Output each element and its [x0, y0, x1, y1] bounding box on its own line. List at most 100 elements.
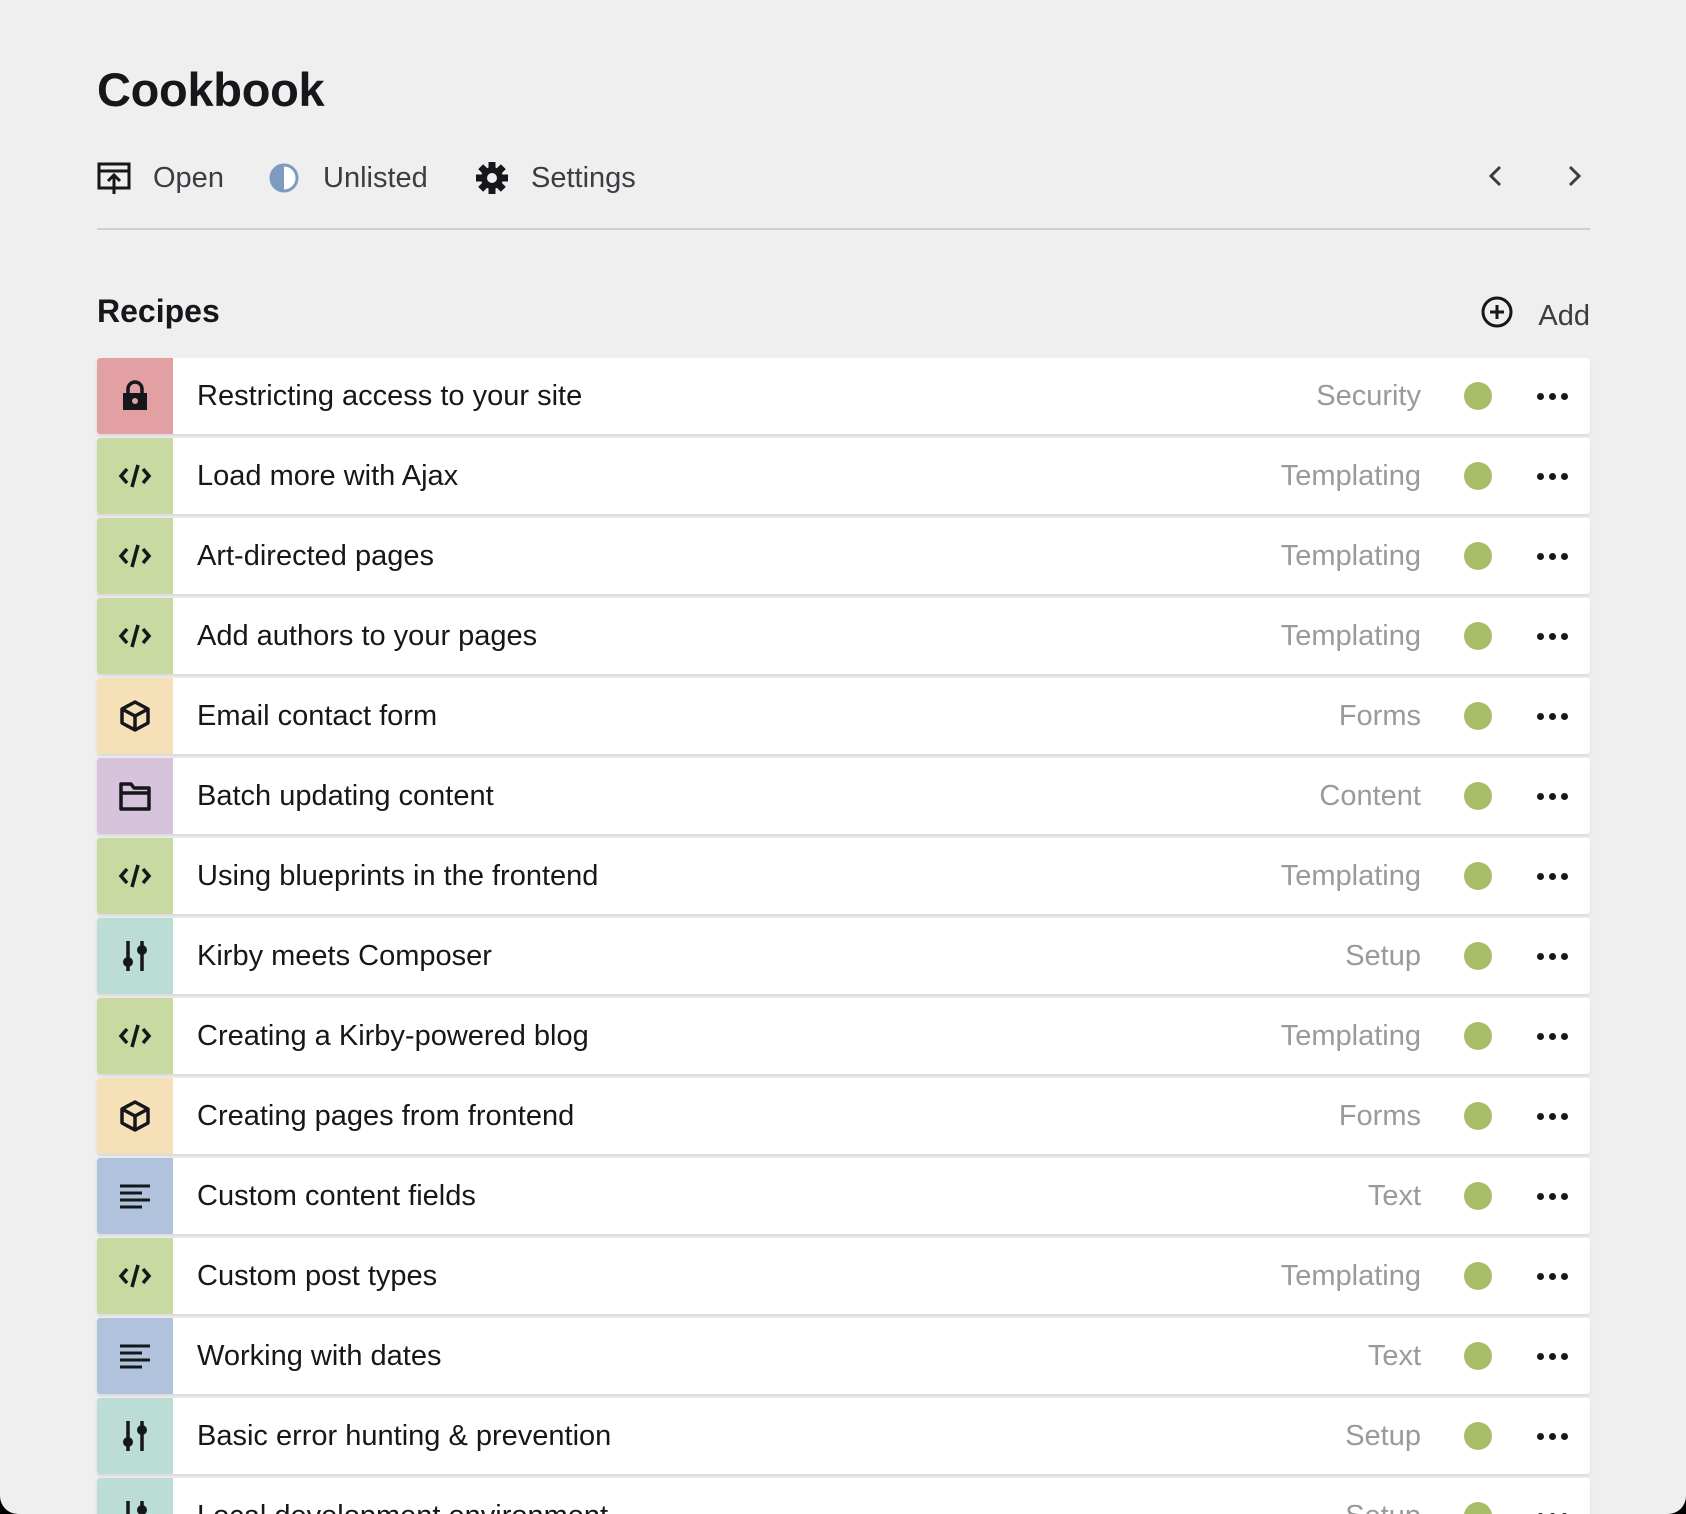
previous-page-button[interactable] [1479, 160, 1513, 196]
status-listed-icon[interactable] [1464, 862, 1492, 890]
status-label: Unlisted [323, 161, 428, 194]
status-button[interactable]: Unlisted [267, 160, 428, 196]
recipe-category: Setup [1345, 1500, 1421, 1514]
more-dots-icon [1536, 1272, 1568, 1280]
status-listed-icon[interactable] [1464, 702, 1492, 730]
recipe-thumbnail [97, 918, 173, 994]
options-button[interactable] [1532, 616, 1572, 656]
options-button[interactable] [1532, 1416, 1572, 1456]
options-button[interactable] [1532, 1096, 1572, 1136]
options-button[interactable] [1532, 936, 1572, 976]
more-dots-icon [1536, 552, 1568, 560]
open-preview-icon [97, 161, 131, 195]
settings-button[interactable]: Settings [475, 160, 636, 196]
recipe-row[interactable]: Custom post types Templating [97, 1238, 1590, 1314]
recipe-row[interactable]: Restricting access to your site Security [97, 358, 1590, 434]
recipe-row[interactable]: Art-directed pages Templating [97, 518, 1590, 594]
recipe-category: Templating [1280, 459, 1421, 492]
code-icon [118, 541, 152, 571]
status-listed-icon[interactable] [1464, 1342, 1492, 1370]
recipe-row[interactable]: Working with dates Text [97, 1318, 1590, 1394]
code-icon [118, 461, 152, 491]
recipe-title: Add authors to your pages [197, 619, 538, 652]
recipe-thumbnail [97, 1078, 173, 1154]
recipe-row[interactable]: Load more with Ajax Templating [97, 438, 1590, 514]
recipe-category: Security [1316, 379, 1421, 412]
recipe-row[interactable]: Email contact form Forms [97, 678, 1590, 754]
recipe-row[interactable]: Creating pages from frontend Forms [97, 1078, 1590, 1154]
sliders-icon [120, 1499, 150, 1514]
recipe-row[interactable]: Using blueprints in the frontend Templati… [97, 838, 1590, 914]
status-listed-icon[interactable] [1464, 462, 1492, 490]
recipe-title: Art-directed pages [197, 539, 434, 572]
recipe-title: Custom post types [197, 1259, 438, 1292]
options-button[interactable] [1532, 536, 1572, 576]
recipe-title: Load more with Ajax [197, 459, 459, 492]
recipe-row[interactable]: Batch updating content Content [97, 758, 1590, 834]
recipe-row[interactable]: Local development environment Setup [97, 1478, 1590, 1514]
more-dots-icon [1536, 392, 1568, 400]
recipe-title: Kirby meets Composer [197, 939, 492, 972]
options-button[interactable] [1532, 1496, 1572, 1514]
status-listed-icon[interactable] [1464, 942, 1492, 970]
status-listed-icon[interactable] [1464, 1182, 1492, 1210]
recipe-row[interactable]: Kirby meets Composer Setup [97, 918, 1590, 994]
status-listed-icon[interactable] [1464, 542, 1492, 570]
options-button[interactable] [1532, 1016, 1572, 1056]
open-button[interactable]: Open [97, 160, 224, 196]
options-button[interactable] [1532, 856, 1572, 896]
sliders-icon [120, 1419, 150, 1453]
open-label: Open [153, 161, 224, 194]
more-dots-icon [1536, 1192, 1568, 1200]
options-button[interactable] [1532, 696, 1572, 736]
options-button[interactable] [1532, 376, 1572, 416]
status-listed-icon[interactable] [1464, 1502, 1492, 1514]
status-listed-icon[interactable] [1464, 782, 1492, 810]
add-recipe-button[interactable]: Add [1480, 295, 1590, 337]
recipe-title: Basic error hunting & prevention [197, 1419, 612, 1452]
recipe-thumbnail [97, 1398, 173, 1474]
add-circle-icon [1480, 295, 1514, 337]
page-title: Cookbook [97, 63, 325, 116]
recipe-category: Templating [1280, 619, 1421, 652]
lock-icon [120, 380, 150, 412]
more-dots-icon [1536, 472, 1568, 480]
recipe-thumbnail [97, 518, 173, 594]
code-icon [118, 1021, 152, 1051]
recipe-thumbnail [97, 678, 173, 754]
options-button[interactable] [1532, 1336, 1572, 1376]
recipe-thumbnail [97, 838, 173, 914]
next-page-button[interactable] [1557, 160, 1591, 196]
recipe-row[interactable]: Creating a Kirby-powered blog Templating [97, 998, 1590, 1074]
status-listed-icon[interactable] [1464, 1422, 1492, 1450]
options-button[interactable] [1532, 1256, 1572, 1296]
status-listed-icon[interactable] [1464, 1022, 1492, 1050]
recipe-thumbnail [97, 998, 173, 1074]
options-button[interactable] [1532, 456, 1572, 496]
more-dots-icon [1536, 1032, 1568, 1040]
recipes-list: Restricting access to your site Security L… [97, 358, 1590, 1514]
recipe-thumbnail [97, 758, 173, 834]
recipe-category: Content [1319, 779, 1421, 812]
recipe-category: Templating [1280, 539, 1421, 572]
recipe-category: Text [1367, 1339, 1421, 1372]
recipe-row[interactable]: Custom content fields Text [97, 1158, 1590, 1234]
status-listed-icon[interactable] [1464, 622, 1492, 650]
more-dots-icon [1536, 952, 1568, 960]
options-button[interactable] [1532, 776, 1572, 816]
status-listed-icon[interactable] [1464, 1262, 1492, 1290]
recipe-title: Working with dates [197, 1339, 442, 1372]
recipe-title: Local development environment [197, 1500, 608, 1514]
code-icon [118, 861, 152, 891]
recipe-row[interactable]: Basic error hunting & prevention Setup [97, 1398, 1590, 1474]
page-header-toolbar: Open Unlisted Settings [97, 150, 1590, 230]
options-button[interactable] [1532, 1176, 1572, 1216]
recipe-title: Restricting access to your site [197, 379, 583, 412]
recipe-row[interactable]: Add authors to your pages Templating [97, 598, 1590, 674]
status-listed-icon[interactable] [1464, 382, 1492, 410]
status-listed-icon[interactable] [1464, 1102, 1492, 1130]
recipe-thumbnail [97, 1158, 173, 1234]
recipe-title: Using blueprints in the frontend [197, 859, 599, 892]
more-dots-icon [1536, 1432, 1568, 1440]
recipe-category: Setup [1345, 939, 1421, 972]
